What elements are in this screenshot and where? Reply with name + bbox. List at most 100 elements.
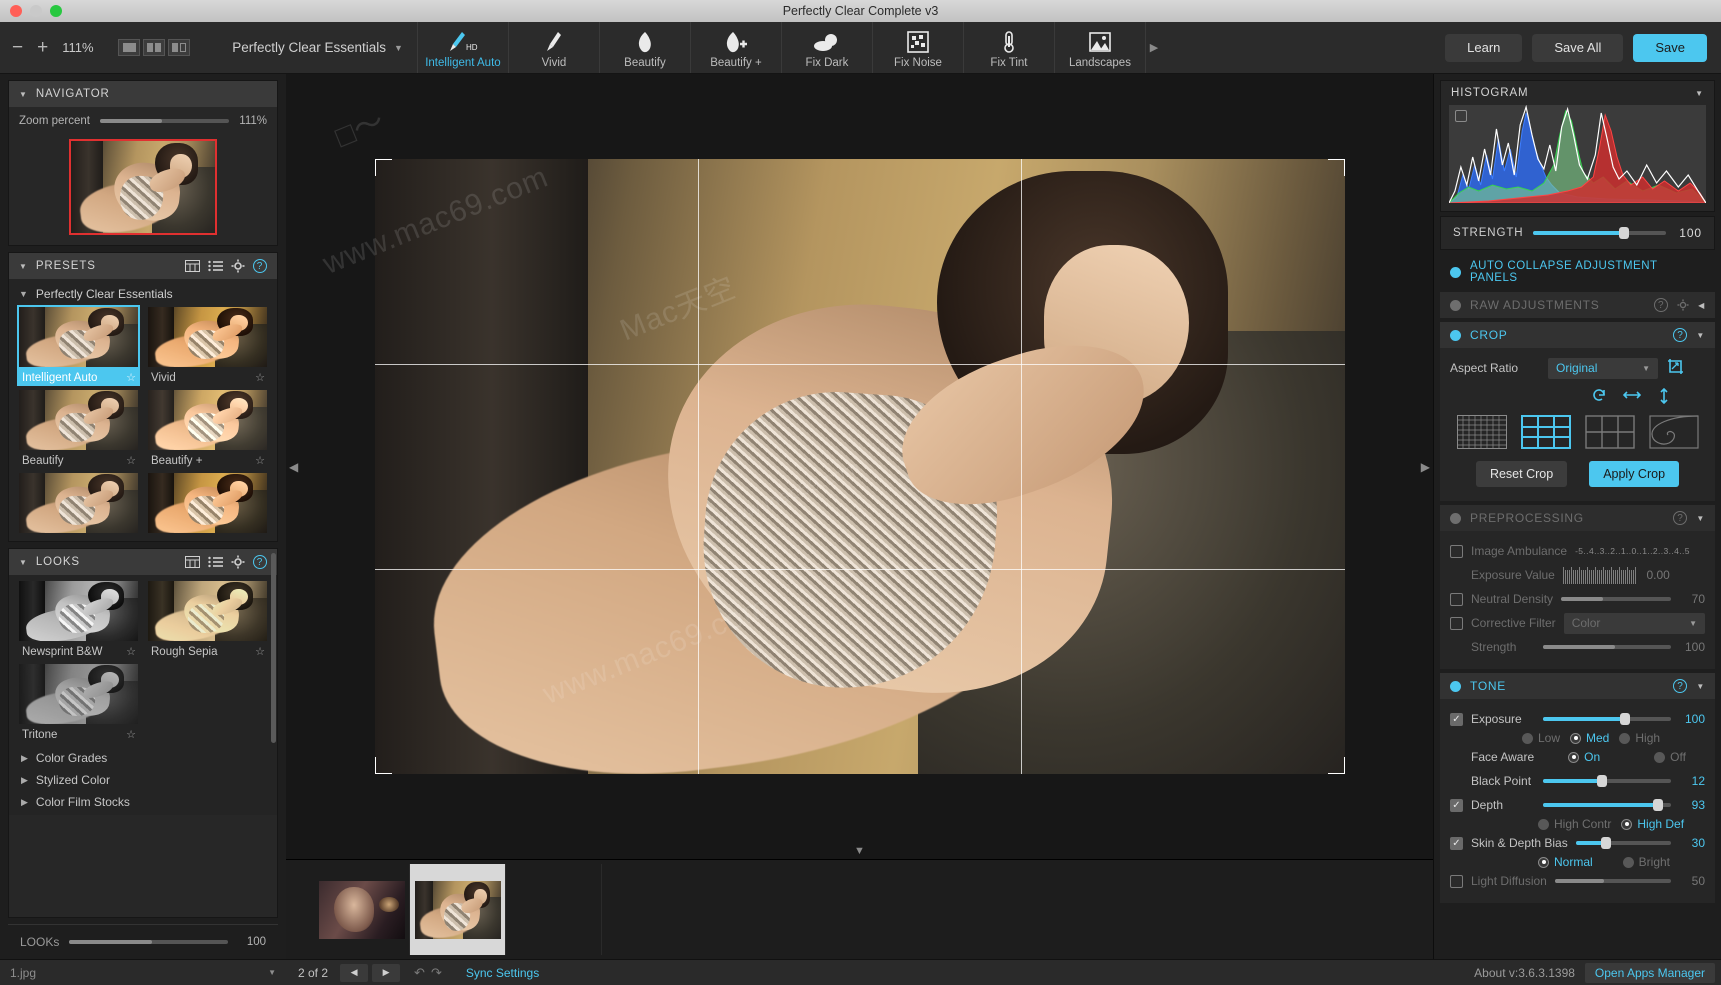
expand-triangle-icon[interactable]: ◀: [1698, 301, 1705, 310]
tool-intelligent-auto[interactable]: HD Intelligent Auto: [418, 22, 509, 73]
file-name-select[interactable]: 1.jpg ▼: [0, 966, 286, 980]
raw-adjustments-help-icon[interactable]: ?: [1654, 298, 1669, 312]
zoom-out-button[interactable]: −: [12, 38, 23, 57]
undo-icon[interactable]: ↶: [414, 965, 425, 981]
view-mode-group[interactable]: [118, 39, 191, 56]
reset-crop-button[interactable]: Reset Crop: [1475, 461, 1568, 487]
look-item[interactable]: Tritone ☆: [17, 662, 140, 743]
looks-strength-slider[interactable]: [69, 940, 228, 944]
collapse-triangle-icon[interactable]: ▼: [1696, 682, 1705, 691]
skin-depth-bias-slider[interactable]: [1575, 837, 1671, 849]
crop-header[interactable]: CROP ? ▼: [1440, 322, 1715, 348]
image-ambulance-checkbox[interactable]: [1450, 544, 1463, 558]
corrective-filter-select[interactable]: Color ▼: [1563, 612, 1705, 634]
filmstrip-item[interactable]: [410, 864, 506, 955]
tone-help-icon[interactable]: ?: [1673, 679, 1688, 693]
exposure-slider[interactable]: [1543, 713, 1671, 725]
crop-help-icon[interactable]: ?: [1673, 328, 1688, 342]
presets-header[interactable]: ▼ PRESETS ?: [9, 253, 277, 279]
favorite-star-icon[interactable]: ☆: [255, 645, 265, 658]
tool-landscapes[interactable]: Landscapes: [1055, 22, 1146, 73]
preset-item[interactable]: [146, 471, 269, 535]
gear-icon[interactable]: [231, 555, 245, 569]
exposure-mode-low[interactable]: Low: [1522, 731, 1560, 745]
preset-item[interactable]: Vivid ☆: [146, 305, 269, 386]
aspect-ratio-select[interactable]: Original ▼: [1548, 357, 1659, 379]
toggle-bullet-icon[interactable]: [1450, 299, 1461, 311]
auto-collapse-toggle[interactable]: AUTO COLLAPSE ADJUSTMENT PANELS: [1440, 250, 1715, 292]
list-view-icon[interactable]: [208, 556, 223, 568]
save-button[interactable]: Save: [1633, 33, 1707, 62]
learn-button[interactable]: Learn: [1445, 33, 1523, 62]
tool-fix-noise[interactable]: Fix Noise: [873, 22, 964, 73]
flip-vertical-icon[interactable]: [1657, 387, 1671, 407]
looks-scrollbar[interactable]: [271, 553, 276, 743]
chevron-down-icon[interactable]: ▼: [394, 43, 403, 53]
crop-handle-top-left[interactable]: [374, 159, 392, 176]
collapse-triangle-icon[interactable]: ▼: [19, 90, 28, 99]
depth-mode-high-def[interactable]: High Def: [1621, 817, 1684, 831]
exposure-mode-med[interactable]: Med: [1570, 731, 1609, 745]
gear-icon[interactable]: [1677, 299, 1689, 311]
preset-item[interactable]: [17, 471, 140, 535]
preprocessing-header[interactable]: PREPROCESSING ? ▼: [1440, 505, 1715, 531]
collapse-triangle-icon[interactable]: ▼: [1696, 331, 1705, 340]
presets-help-icon[interactable]: ?: [253, 259, 267, 273]
raw-adjustments-header[interactable]: RAW ADJUSTMENTS ? ◀: [1440, 292, 1715, 318]
skin-depth-bias-checkbox[interactable]: ✓: [1450, 836, 1463, 850]
previous-image-button[interactable]: ◀: [340, 963, 369, 982]
flip-horizontal-icon[interactable]: [1622, 388, 1642, 407]
split-view-icon[interactable]: [168, 39, 191, 56]
open-apps-manager-button[interactable]: Open Apps Manager: [1584, 962, 1715, 983]
toggle-bullet-icon[interactable]: [1450, 512, 1461, 524]
exposure-mode-high[interactable]: High: [1619, 731, 1660, 745]
navigator-header[interactable]: ▼ NAVIGATOR: [9, 81, 277, 107]
tone-header[interactable]: TONE ? ▼: [1440, 673, 1715, 699]
thirds-grid-icon[interactable]: [1520, 415, 1571, 449]
tool-vivid[interactable]: Vivid: [509, 22, 600, 73]
depth-slider[interactable]: [1543, 799, 1671, 811]
zoom-in-button[interactable]: +: [37, 38, 48, 57]
looks-group-color-grades[interactable]: ▶ Color Grades: [9, 747, 277, 769]
filmstrip-toggle-icon[interactable]: ▼: [854, 845, 865, 857]
face-aware-on[interactable]: On: [1568, 750, 1600, 764]
preset-item[interactable]: Beautify + ☆: [146, 388, 269, 469]
strength-slider[interactable]: [1533, 227, 1666, 239]
crop-handle-bottom-left[interactable]: [374, 757, 392, 774]
tool-beautify-plus[interactable]: Beautify +: [691, 22, 782, 73]
corrective-filter-checkbox[interactable]: [1450, 616, 1463, 630]
gear-icon[interactable]: [231, 259, 245, 273]
sync-settings-button[interactable]: Sync Settings: [456, 966, 549, 980]
filmstrip-item[interactable]: [506, 864, 602, 955]
tool-fix-dark[interactable]: Fix Dark: [782, 22, 873, 73]
fine-grid-icon[interactable]: [1456, 415, 1507, 449]
next-image-button[interactable]: ▶: [372, 963, 401, 982]
histogram-clip-toggle[interactable]: [1455, 110, 1467, 122]
apply-crop-button[interactable]: Apply Crop: [1589, 461, 1680, 487]
neutral-density-slider[interactable]: [1561, 597, 1671, 601]
favorite-star-icon[interactable]: ☆: [126, 371, 136, 384]
rotate-icon[interactable]: [1591, 388, 1607, 407]
grid-view-icon[interactable]: [185, 556, 200, 568]
collapse-triangle-icon[interactable]: ▼: [1695, 89, 1704, 98]
preprocessing-help-icon[interactable]: ?: [1673, 511, 1688, 525]
preset-item[interactable]: Beautify ☆: [17, 388, 140, 469]
toggle-bullet-icon[interactable]: [1450, 329, 1461, 341]
toolbar-overflow-icon[interactable]: ▶: [1146, 22, 1162, 73]
preset-item[interactable]: Intelligent Auto ☆: [17, 305, 140, 386]
looks-header[interactable]: ▼ LOOKS ?: [9, 549, 277, 575]
favorite-star-icon[interactable]: ☆: [126, 645, 136, 658]
favorite-star-icon[interactable]: ☆: [126, 728, 136, 741]
main-photo[interactable]: [374, 159, 1345, 774]
toggle-bullet-icon[interactable]: [1450, 680, 1461, 692]
looks-group-stylized-color[interactable]: ▶ Stylized Color: [9, 769, 277, 791]
crop-free-icon[interactable]: [1666, 357, 1685, 379]
neutral-density-checkbox[interactable]: [1450, 592, 1463, 606]
tool-fix-tint[interactable]: Fix Tint: [964, 22, 1055, 73]
looks-group-color-film-stocks[interactable]: ▶ Color Film Stocks: [9, 791, 277, 813]
looks-help-icon[interactable]: ?: [253, 555, 267, 569]
favorite-star-icon[interactable]: ☆: [255, 454, 265, 467]
grid-view-icon[interactable]: [185, 260, 200, 272]
face-aware-off[interactable]: Off: [1654, 750, 1686, 764]
histogram-header[interactable]: HISTOGRAM ▼: [1441, 81, 1714, 105]
